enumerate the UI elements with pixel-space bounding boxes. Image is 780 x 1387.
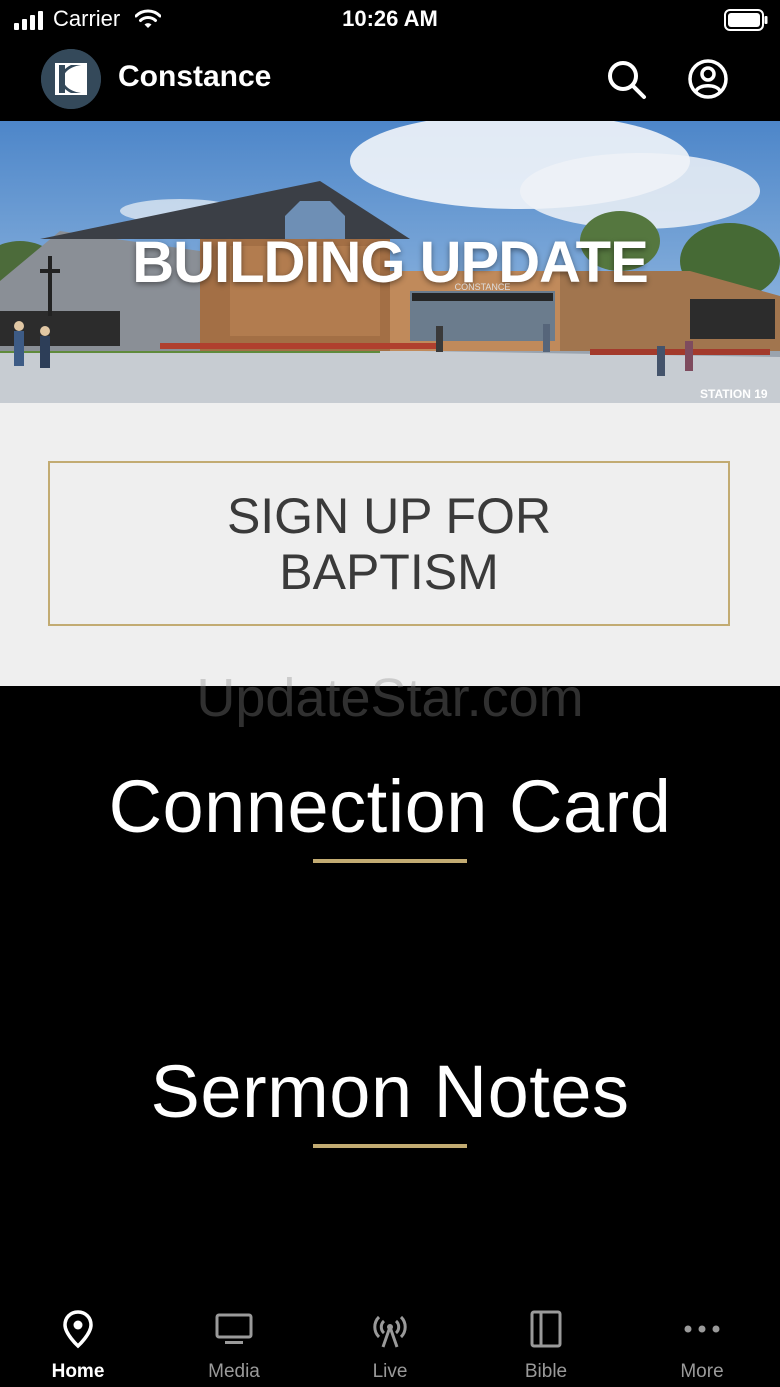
- hero-credit: STATION 19: [700, 387, 768, 401]
- tab-home-label: Home: [51, 1361, 105, 1382]
- tab-more[interactable]: More: [624, 1297, 780, 1387]
- tab-bible-label: Bible: [524, 1361, 568, 1382]
- battery-icon: [724, 9, 768, 31]
- tab-media-label: Media: [208, 1361, 260, 1382]
- building-sign: CONSTANCE: [454, 282, 511, 292]
- status-time: 10:26 AM: [342, 6, 438, 31]
- tab-bible[interactable]: Bible: [468, 1297, 624, 1387]
- sermon-notes-link[interactable]: Sermon Notes: [0, 1049, 780, 1148]
- more-dots-icon: [684, 1325, 720, 1333]
- user-circle-icon[interactable]: [686, 57, 730, 101]
- hero-banner[interactable]: BUILDING UPDATE CONSTANCE STATION 19: [0, 121, 780, 403]
- broadcast-icon: [373, 1315, 407, 1348]
- connection-card-title: Connection Card: [108, 765, 672, 848]
- sermon-notes-title: Sermon Notes: [150, 1050, 630, 1133]
- watermark: UpdateStar.com: [196, 668, 584, 728]
- tab-home[interactable]: Home: [0, 1297, 156, 1387]
- tab-more-label: More: [680, 1361, 724, 1382]
- app-title: Constance: [118, 60, 272, 93]
- tab-live[interactable]: Live: [312, 1297, 468, 1387]
- logo-icon: [41, 49, 101, 109]
- tab-media[interactable]: Media: [156, 1297, 312, 1387]
- baptism-section: SIGN UP FOR BAPTISM: [0, 403, 780, 686]
- tab-live-label: Live: [372, 1361, 408, 1382]
- sign-up-baptism-button[interactable]: SIGN UP FOR BAPTISM: [48, 461, 730, 626]
- sermon-notes-underline: [313, 1144, 467, 1148]
- tab-bar: Home Media Live Bible More: [0, 1297, 780, 1387]
- book-icon: [530, 1310, 562, 1348]
- connection-card-link[interactable]: Connection Card: [0, 764, 780, 863]
- search-icon[interactable]: [604, 57, 648, 101]
- church-logo: [41, 49, 101, 109]
- connection-card-underline: [313, 859, 467, 863]
- baptism-button-label: SIGN UP FOR BAPTISM: [226, 487, 552, 600]
- app-header: Constance: [0, 40, 780, 121]
- map-pin-icon: [63, 1310, 93, 1349]
- monitor-icon: [215, 1313, 253, 1344]
- hero-title: BUILDING UPDATE: [132, 230, 649, 295]
- status-bar: Carrier 10:26 AM: [0, 0, 780, 40]
